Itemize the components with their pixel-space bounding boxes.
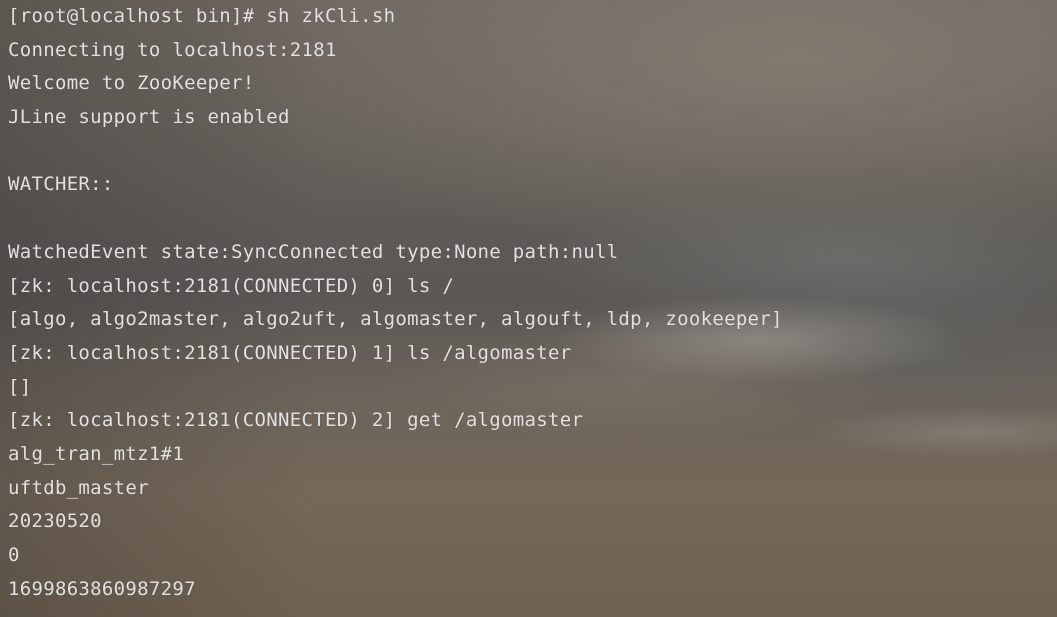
output-line: []: [8, 375, 32, 398]
output-line: JLine support is enabled: [8, 106, 290, 129]
zk-prompt-line: [zk: localhost:2181(CONNECTED) 0] ls /: [8, 274, 455, 297]
output-line: Connecting to localhost:2181: [8, 38, 337, 61]
output-line: [algo, algo2master, algo2uft, algomaster…: [8, 308, 783, 331]
output-line: alg_tran_mtz1#1: [8, 442, 185, 465]
output-line: 0: [8, 544, 20, 566]
zk-prompt-line: [zk: localhost:2181(CONNECTED) 2] get /a…: [8, 409, 584, 432]
output-line: 1699863860987297: [8, 577, 196, 600]
terminal-window[interactable]: [root@localhost bin]# sh zkCli.sh Connec…: [0, 0, 1057, 617]
output-line: Welcome to ZooKeeper!: [8, 72, 255, 95]
output-line: uftdb_master: [8, 476, 149, 499]
output-line: 20230520: [8, 510, 102, 533]
shell-prompt-line: [root@localhost bin]# sh zkCli.sh: [8, 5, 396, 27]
output-line: WatchedEvent state:SyncConnected type:No…: [8, 240, 619, 263]
terminal-output[interactable]: [root@localhost bin]# sh zkCli.sh Connec…: [8, 0, 1057, 617]
output-line: WATCHER::: [8, 173, 114, 196]
zk-prompt-line: [zk: localhost:2181(CONNECTED) 1] ls /al…: [8, 341, 572, 364]
